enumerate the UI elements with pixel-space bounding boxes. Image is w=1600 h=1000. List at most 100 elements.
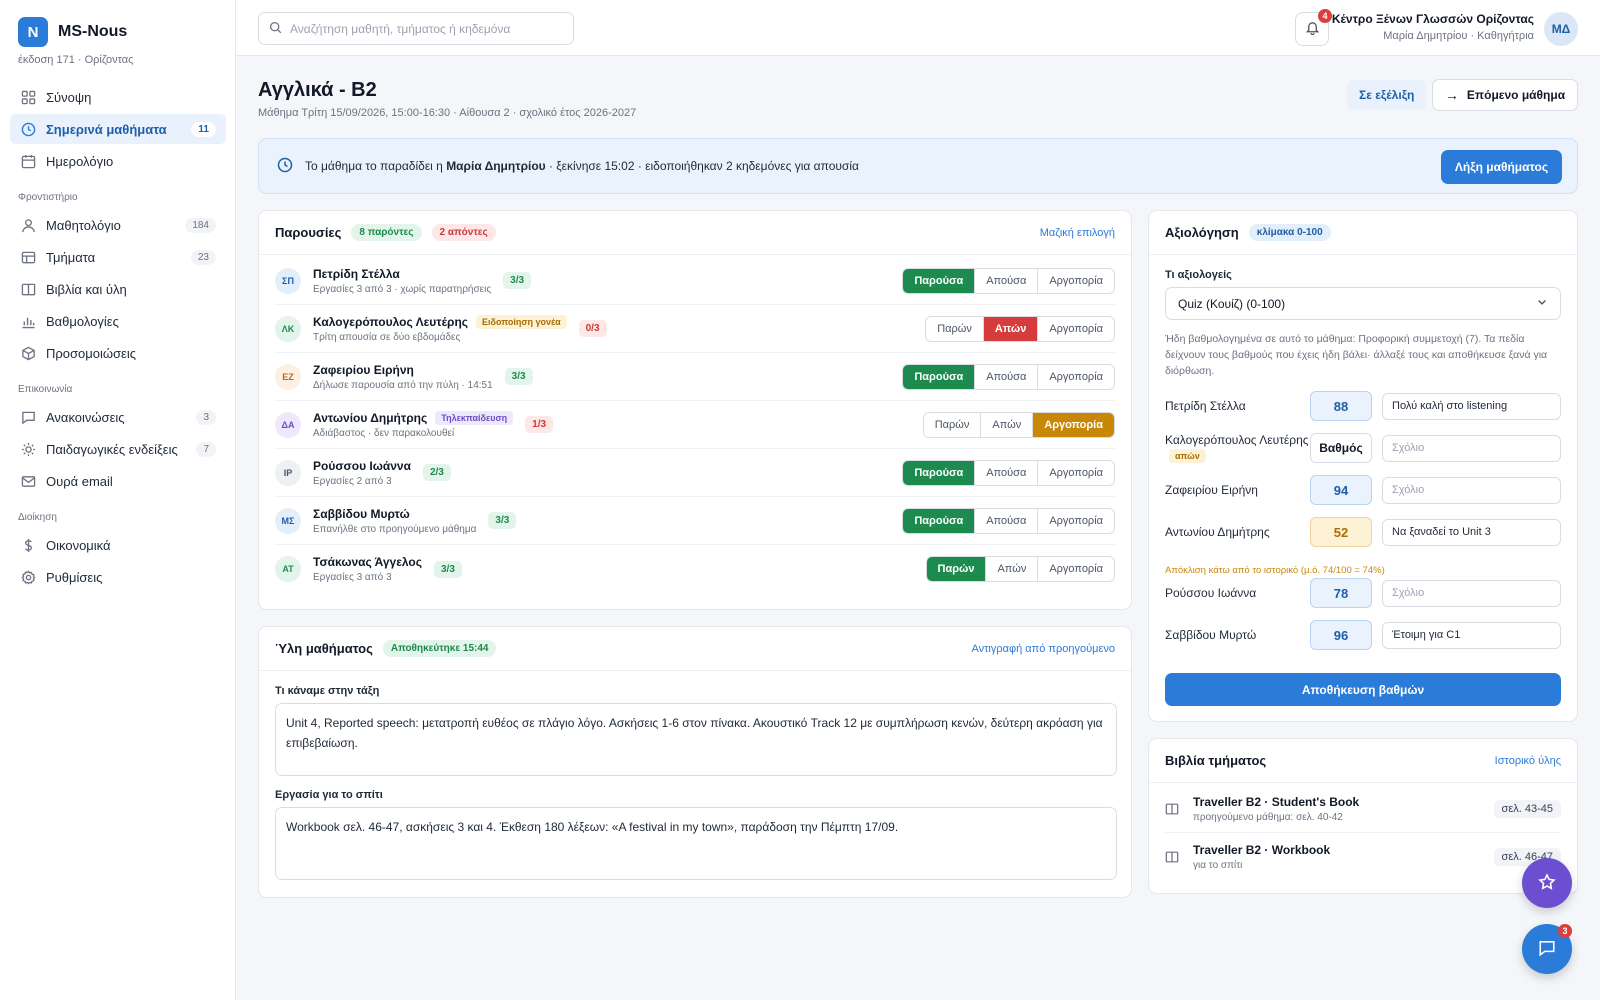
grading-header: Αξιολόγηση κλίμακα 0-100 [1149, 211, 1577, 255]
sidebar-item-classes[interactable]: Τμήματα 23 [10, 242, 226, 272]
book-subtitle: για το σπίτι [1193, 860, 1243, 871]
next-lesson-button[interactable]: → Επόμενο μάθημα [1432, 79, 1578, 111]
book-title: Traveller B2 · Workbook [1193, 843, 1331, 857]
attendance-option[interactable]: Παρών [923, 412, 981, 437]
attendance-option[interactable]: Απών [985, 557, 1038, 581]
student-name[interactable]: Αντωνίου Δημήτρης [313, 411, 427, 425]
books-title: Βιβλία τμήματος [1165, 753, 1267, 768]
attendance-option[interactable]: Αργοπορία [1037, 364, 1114, 389]
calendar-icon [20, 153, 36, 169]
top-bar: 4 Κέντρο Ξένων Γλωσσών Ορίζοντας Μαρία Δ… [236, 0, 1600, 56]
student-name[interactable]: Ρούσσου Ιωάννα [313, 459, 411, 473]
search-box[interactable] [258, 12, 574, 45]
attendance-option[interactable]: Παρούσα [903, 364, 975, 389]
attendance-row: ΙΡ Ρούσσου Ιωάννα Εργασίες 2 από 3 2/3 Παρού… [275, 449, 1115, 497]
grade-comment-input[interactable]: Έτοιμη για C1 [1382, 621, 1561, 649]
sidebar-item-count: 184 [185, 217, 216, 233]
sidebar-item-announcements[interactable]: Ανακοινώσεις 3 [10, 402, 226, 432]
notifications-button[interactable]: 4 [1295, 9, 1332, 46]
grade-comment-input[interactable]: Σχόλιο [1382, 476, 1561, 504]
book-row[interactable]: Traveller B2 · Student's Book προηγούμενο… [1165, 785, 1561, 833]
save-grades-button[interactable]: Αποθήκευση βαθμών [1165, 673, 1561, 706]
attendance-option[interactable]: Αργοπορία [1037, 316, 1114, 341]
attendance-option[interactable]: Αργοπορία [1037, 508, 1114, 533]
attendance-option[interactable]: Απούσα [974, 460, 1038, 485]
attendance-toggle: Παρούσα Απούσα Αργοπορία [902, 507, 1115, 534]
grade-input[interactable]: Βαθμός [1310, 433, 1372, 463]
student-name[interactable]: Ζαφειρίου Ειρήνη [313, 363, 414, 377]
end-lesson-button[interactable]: Λήξη μαθήματος [1441, 150, 1562, 184]
student-name[interactable]: Πετρίδη Στέλλα [313, 267, 400, 281]
student-note: Επανήλθε στο προηγούμενο μάθημα [313, 523, 477, 535]
grade-input[interactable]: 78 [1310, 578, 1372, 608]
attendance-option[interactable]: Αργοπορία [1037, 268, 1114, 293]
student-name-line: Τσάκωνας Άγγελος [313, 555, 422, 569]
grade-input[interactable]: 94 [1310, 475, 1372, 505]
search-icon [269, 21, 282, 37]
brand[interactable]: N MS-Nous [18, 17, 127, 47]
attendance-option[interactable]: Αργοπορία [1032, 412, 1114, 437]
book-info: Traveller B2 · Workbook για το σπίτι [1193, 843, 1330, 871]
attendance-option[interactable]: Απούσα [974, 268, 1038, 293]
sidebar-item-count: 23 [190, 249, 216, 265]
sidebar-item-todays-lessons[interactable]: Σημερινά μαθήματα 11 [10, 114, 226, 144]
avatar[interactable]: ΜΔ [1544, 12, 1578, 46]
sidebar-item-email-queue[interactable]: Ουρά email [10, 466, 226, 496]
grade-comment-input[interactable]: Σχόλιο [1382, 579, 1561, 607]
student-avatar: ΣΠ [275, 267, 301, 294]
attendance-option[interactable]: Παρούσα [903, 508, 975, 533]
grade-comment-input[interactable]: Σχόλιο [1382, 434, 1561, 462]
class-work-textarea[interactable]: Unit 4, Reported speech: μετατροπή ευθέο… [275, 703, 1117, 776]
homework-score: 3/3 [434, 560, 462, 578]
sidebar-item-calendar[interactable]: Ημερολόγιο [10, 146, 226, 176]
attendance-option[interactable]: Απών [980, 412, 1033, 437]
grade-student-name: Σαββίδου Μυρτώ [1165, 628, 1310, 643]
sidebar-item-overview[interactable]: Σύνοψη [10, 82, 226, 112]
attendance-row: ΣΠ Πετρίδη Στέλλα Εργασίες 3 από 3 · χωρίς… [275, 257, 1115, 305]
attendance-option[interactable]: Αργοπορία [1037, 460, 1114, 485]
attendance-option[interactable]: Αργοπορία [1037, 557, 1114, 581]
clock-icon [20, 121, 36, 137]
book-row[interactable]: Traveller B2 · Workbook για το σπίτι σελ. … [1165, 833, 1561, 881]
bulk-select-link[interactable]: Μαζική επιλογή [1040, 227, 1115, 239]
homework-textarea[interactable]: Workbook σελ. 46-47, ασκήσεις 3 και 4. Έ… [275, 807, 1117, 880]
chat-fab[interactable]: 3 [1522, 924, 1572, 974]
book-title: Traveller B2 · Student's Book [1193, 794, 1360, 809]
attendance-option[interactable]: Απών [982, 316, 1038, 341]
grade-comment-input[interactable]: Πολύ καλή στο listening [1382, 392, 1561, 420]
student-name[interactable]: Τσάκωνας Άγγελος [313, 555, 422, 569]
student-name-line: Σαββίδου Μυρτώ [313, 507, 476, 521]
material-history-link[interactable]: Ιστορικό ύλης [1495, 755, 1561, 767]
favorites-fab[interactable] [1522, 858, 1572, 908]
student-name[interactable]: Καλογερόπουλος Λευτέρης [313, 315, 468, 329]
sidebar-item-students[interactable]: Μαθητολόγιο 184 [10, 210, 226, 240]
assessment-type-select[interactable]: Quiz (Κουίζ) (0-100) [1165, 287, 1561, 320]
grade-input[interactable]: 88 [1310, 391, 1372, 421]
sidebar-item-pedagogical[interactable]: Παιδαγωγικές ενδείξεις 7 [10, 434, 226, 464]
org-info[interactable]: Κέντρο Ξένων Γλωσσών Ορίζοντας Μαρία Δημ… [1332, 12, 1534, 42]
grade-row: Ρούσσου Ιωάννα 78 Σχόλιο [1165, 578, 1561, 608]
attendance-option[interactable]: Παρών [926, 316, 983, 341]
grade-input[interactable]: 52 [1310, 517, 1372, 547]
student-name-line: Αντωνίου Δημήτρης Τηλεκπαίδευση [313, 410, 514, 425]
attendance-option[interactable]: Απούσα [974, 364, 1038, 389]
sidebar-item-count: 7 [196, 441, 216, 457]
page-subtitle: Μάθημα Τρίτη 15/09/2026, 15:00-16:30 · Α… [258, 107, 637, 119]
copy-previous-link[interactable]: Αντιγραφή από προηγούμενο [971, 643, 1115, 655]
sidebar-item-grades[interactable]: Βαθμολογίες [10, 306, 226, 336]
sidebar-item-settings[interactable]: Ρυθμίσεις [10, 562, 226, 592]
grade-input[interactable]: 96 [1310, 620, 1372, 650]
student-name[interactable]: Σαββίδου Μυρτώ [313, 507, 410, 521]
attendance-option[interactable]: Παρούσα [903, 460, 975, 485]
attendance-option[interactable]: Απούσα [974, 508, 1038, 533]
sidebar-item-label: Μαθητολόγιο [46, 217, 121, 233]
sidebar-item-simulations[interactable]: Προσομοιώσεις [10, 338, 226, 368]
sidebar-item-books[interactable]: Βιβλία και ύλη [10, 274, 226, 304]
status-badge: Σε εξέλιξη [1347, 80, 1427, 110]
attendance-option[interactable]: Παρούσα [903, 268, 975, 293]
attendance-option[interactable]: Παρών [926, 557, 986, 581]
sidebar-item-finance[interactable]: Οικονομικά [10, 530, 226, 560]
brand-logo: N [18, 17, 48, 47]
grade-comment-input[interactable]: Να ξαναδεί το Unit 3 [1382, 518, 1561, 546]
search-input[interactable] [290, 21, 560, 36]
